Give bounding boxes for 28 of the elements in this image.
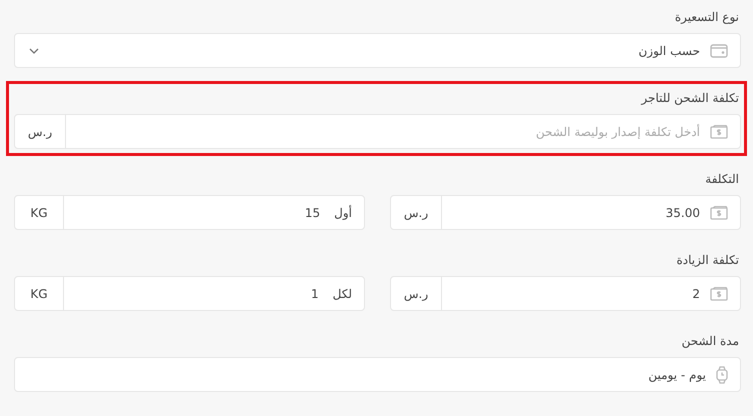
unit-label: KG (15, 196, 64, 229)
prefix-label: لكل (332, 286, 353, 302)
field-value: 1 (310, 286, 319, 300)
field-label: نوع التسعيرة (674, 9, 740, 25)
field-label: مدة الشحن (682, 333, 740, 349)
chevron-down-icon (29, 48, 39, 54)
watch-icon (716, 366, 728, 384)
field-value: 15 (304, 206, 320, 220)
field-value: 2 (692, 286, 700, 300)
selected-value: حسب الوزن (638, 44, 700, 58)
field-label: التكلفة (705, 171, 740, 187)
field-value: 35.00 (666, 206, 700, 220)
banknote-icon (710, 206, 728, 220)
field-value: يوم - يومين (648, 368, 706, 382)
field-label: تكلفة الشحن للتاجر (641, 90, 740, 106)
input-field[interactable]: يوم - يومين (14, 357, 741, 392)
currency-label: ر.س (391, 196, 442, 229)
input-field[interactable]: أدخل تكلفة إصدار بوليصة الشحن ر.س (14, 114, 741, 149)
unit-label: KG (15, 277, 64, 310)
dropdown[interactable]: حسب الوزن (14, 33, 741, 68)
field-label: تكلفة الزيادة (676, 252, 740, 268)
currency-label: ر.س (391, 277, 442, 310)
banknote-icon (710, 124, 728, 138)
currency-label: ر.س (15, 115, 66, 148)
wallet-icon (710, 44, 728, 58)
banknote-icon (710, 286, 728, 300)
prefix-label: أول (333, 204, 353, 222)
placeholder-text: أدخل تكلفة إصدار بوليصة الشحن (536, 124, 700, 138)
